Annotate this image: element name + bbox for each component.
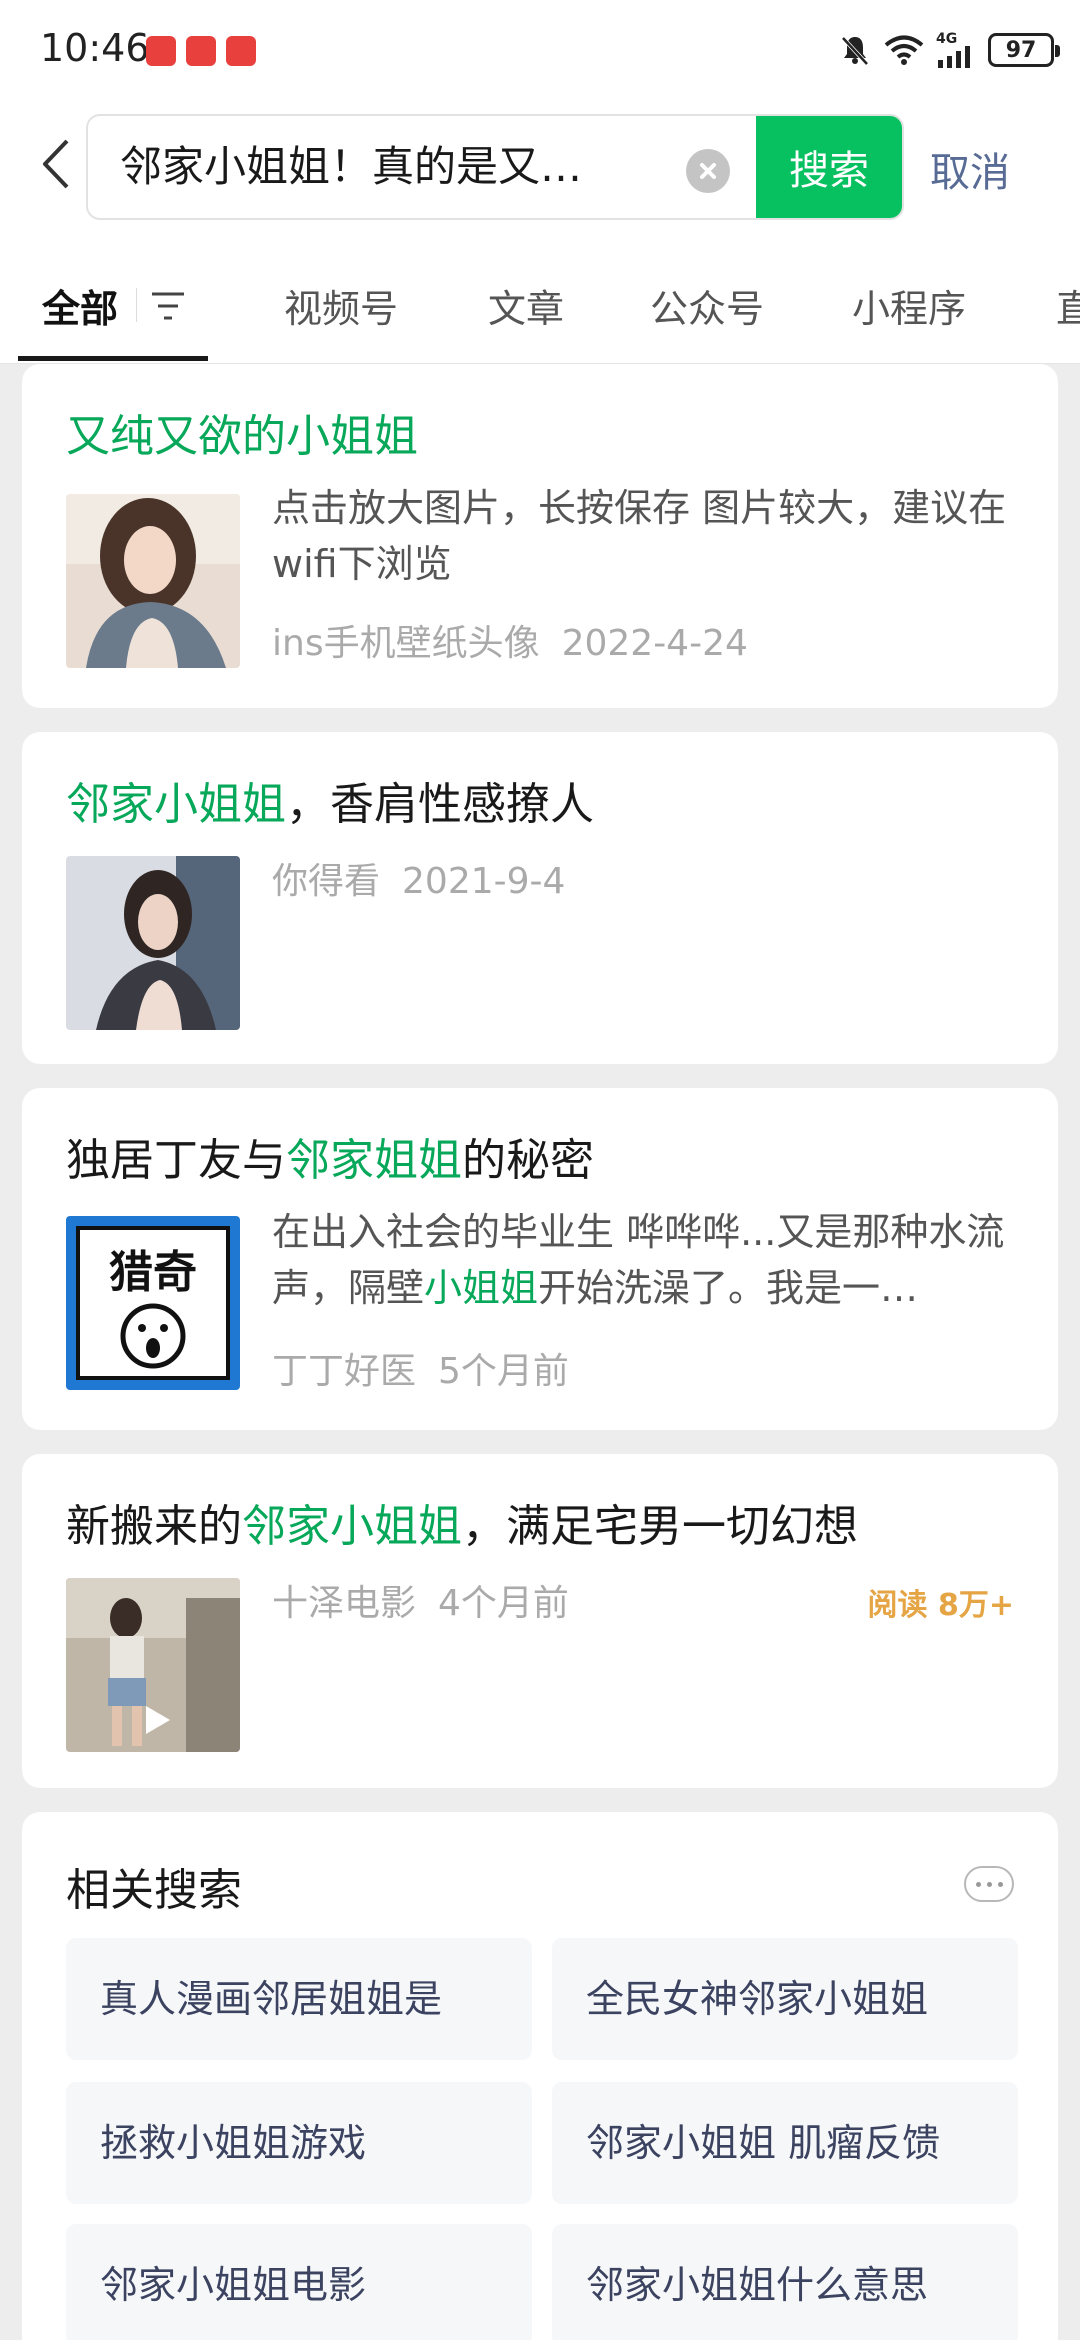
result-description: 在出入社会的毕业生 哗哗哗...又是那种水流声，隔壁小姐姐开始洗澡了。我是一… (272, 1210, 1005, 1310)
search-header: 邻家小姐姐！真的是又… 搜索 取消 (0, 100, 1080, 240)
result-card[interactable]: 新搬来的邻家小姐姐，满足宅男一切幻想 十泽电影 4个月前 阅读 8万+ (22, 1454, 1058, 1788)
related-searches-title: 相关搜索 (66, 1865, 242, 1916)
tab-all[interactable]: 全部 (42, 278, 118, 333)
result-source: 十泽电影 (272, 1583, 417, 1624)
thumbnail-caption: 猎奇 (109, 1247, 197, 1298)
filter-tabs: 全部 视频号 文章 公众号 小程序 直 (0, 240, 1080, 364)
related-search-item[interactable]: 邻家小姐姐电影 (66, 2224, 532, 2340)
app-notification-icon (146, 36, 176, 66)
result-source: 你得看 (272, 861, 381, 902)
read-count-badge: 阅读 8万+ (867, 1588, 1014, 1623)
tab-divider (136, 288, 137, 322)
signal-icon (938, 46, 970, 68)
tab-articles[interactable]: 文章 (488, 278, 564, 333)
related-search-item[interactable]: 邻家小姐姐什么意思 (552, 2224, 1018, 2340)
result-date: 2022-4-24 (561, 623, 748, 664)
result-card[interactable]: 独居丁友与邻家姐姐的秘密 猎奇 在出入社会的毕业生 哗哗哗...又是那种水流声，… (22, 1088, 1058, 1430)
active-tab-indicator (18, 356, 208, 361)
result-date: 5个月前 (438, 1351, 569, 1392)
result-description: 点击放大图片，长按保存 图片较大，建议在wifi下浏览 (272, 486, 1007, 586)
cancel-button[interactable]: 取消 (930, 140, 1010, 198)
result-meta: 十泽电影 4个月前 (272, 1574, 569, 1626)
portrait-image (66, 856, 240, 1030)
status-time: 10:46 (40, 26, 150, 70)
mute-bell-icon (841, 36, 869, 66)
result-title: 又纯又欲的小姐姐 (66, 411, 418, 462)
search-button[interactable]: 搜索 (756, 116, 902, 218)
result-meta: 丁丁好医 5个月前 (272, 1342, 569, 1394)
more-options-button[interactable] (964, 1866, 1014, 1902)
app-notification-icon (186, 36, 216, 66)
result-title: 新搬来的邻家小姐姐，满足宅男一切幻想 (66, 1501, 858, 1552)
result-meta: ins手机壁纸头像 2022-4-24 (272, 614, 748, 666)
filter-icon[interactable] (148, 288, 188, 324)
video-thumbnail-image (66, 1578, 240, 1752)
close-icon (700, 163, 716, 179)
portrait-image (66, 494, 240, 668)
network-type: 4G (936, 31, 958, 47)
tab-channels[interactable]: 视频号 (284, 278, 398, 333)
result-thumbnail (66, 1578, 240, 1752)
chevron-left-icon (43, 139, 69, 189)
related-search-item[interactable]: 全民女神邻家小姐姐 (552, 1938, 1018, 2060)
result-date: 2021-9-4 (402, 861, 566, 902)
result-title: 邻家小姐姐，香肩性感撩人 (66, 779, 594, 830)
result-card[interactable]: 又纯又欲的小姐姐 点击放大图片，长按保存 图片较大，建议在wifi下浏览 ins… (22, 364, 1058, 708)
search-input[interactable]: 邻家小姐姐！真的是又… (88, 116, 648, 218)
battery-icon: 97 (988, 33, 1060, 67)
related-search-item[interactable]: 邻家小姐姐 肌瘤反馈 (552, 2082, 1018, 2204)
search-box[interactable]: 邻家小姐姐！真的是又… 搜索 (86, 114, 904, 220)
status-bar: 10:46 4G 97 (0, 0, 1080, 100)
more-dot (986, 1881, 992, 1887)
tab-mini-programs[interactable]: 小程序 (852, 278, 966, 333)
related-search-item[interactable]: 真人漫画邻居姐姐是 (66, 1938, 532, 2060)
more-dot (975, 1881, 981, 1887)
back-button[interactable] (26, 134, 86, 194)
battery-level: 97 (1005, 37, 1037, 63)
results-list: 又纯又欲的小姐姐 点击放大图片，长按保存 图片较大，建议在wifi下浏览 ins… (0, 364, 1080, 2340)
related-search-item[interactable]: 拯救小姐姐游戏 (66, 2082, 532, 2204)
result-thumbnail (66, 494, 240, 668)
more-dot (997, 1881, 1003, 1887)
result-source: ins手机壁纸头像 (272, 623, 540, 664)
result-meta: 你得看 2021-9-4 (272, 852, 565, 904)
clear-search-button[interactable] (686, 149, 730, 193)
related-searches-panel: 相关搜索 真人漫画邻居姐姐是 全民女神邻家小姐姐 拯救小姐姐游戏 邻家小姐姐 肌… (22, 1812, 1058, 2340)
tab-official-accounts[interactable]: 公众号 (650, 278, 764, 333)
result-date: 4个月前 (438, 1583, 569, 1624)
result-title: 独居丁友与邻家姐姐的秘密 (66, 1135, 594, 1186)
result-thumbnail: 猎奇 (66, 1216, 240, 1390)
result-source: 丁丁好医 (272, 1351, 417, 1392)
tab-live[interactable]: 直 (1056, 278, 1080, 333)
app-notification-icon (226, 36, 256, 66)
result-card[interactable]: 邻家小姐姐，香肩性感撩人 你得看 2021-9-4 (22, 732, 1058, 1064)
wifi-icon (884, 35, 924, 65)
result-thumbnail (66, 856, 240, 1030)
